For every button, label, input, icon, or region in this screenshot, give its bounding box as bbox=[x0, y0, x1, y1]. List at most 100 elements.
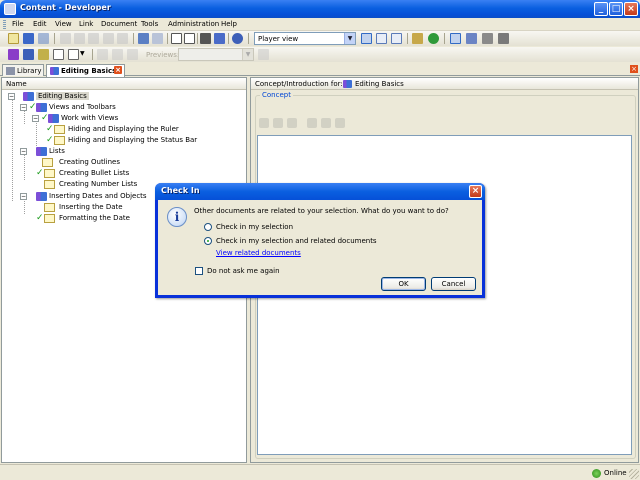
tree-node-label: Views and Toolbars bbox=[49, 103, 116, 111]
redo-icon[interactable] bbox=[152, 33, 163, 44]
status-text: Online bbox=[604, 469, 627, 477]
new-question-icon[interactable] bbox=[53, 49, 64, 60]
check-in-dialog: Check In × i Other documents are related… bbox=[155, 183, 485, 298]
layout-horizontal-icon[interactable] bbox=[376, 33, 387, 44]
topic-icon bbox=[44, 180, 55, 189]
delete-icon[interactable] bbox=[103, 33, 114, 44]
chevron-down-icon[interactable]: ▼ bbox=[344, 33, 355, 44]
concept-header: Concept/Introduction for: Editing Basics bbox=[251, 78, 638, 90]
publish-icon[interactable] bbox=[412, 33, 423, 44]
undo-icon[interactable] bbox=[138, 33, 149, 44]
section-icon bbox=[36, 103, 47, 112]
tree-node-label: Inserting Dates and Objects bbox=[49, 192, 147, 200]
menu-tools[interactable]: Tools bbox=[141, 20, 158, 28]
tab-library-label: Library bbox=[17, 67, 42, 75]
dialog-close-button[interactable]: × bbox=[469, 185, 482, 198]
do-not-ask-checkbox[interactable] bbox=[195, 267, 203, 275]
collapse-icon[interactable] bbox=[184, 33, 195, 44]
menu-help[interactable]: Help bbox=[221, 20, 237, 28]
check-in-icon[interactable] bbox=[466, 33, 477, 44]
radio-check-in-related-label[interactable]: Check in my selection and related docume… bbox=[216, 237, 377, 245]
maximize-button[interactable]: □ bbox=[609, 2, 623, 16]
expand-icon[interactable] bbox=[171, 33, 182, 44]
section-icon bbox=[48, 114, 59, 123]
topic-icon bbox=[44, 169, 55, 178]
tab-library[interactable]: Library bbox=[2, 64, 44, 76]
menubar-grip[interactable] bbox=[3, 20, 6, 29]
collapse-icon[interactable]: − bbox=[20, 148, 27, 155]
new-icon[interactable] bbox=[8, 33, 19, 44]
copy-icon[interactable] bbox=[287, 118, 297, 128]
close-button[interactable]: × bbox=[624, 2, 638, 16]
save-icon[interactable] bbox=[23, 33, 34, 44]
topic-icon bbox=[42, 158, 53, 167]
resize-grip[interactable] bbox=[629, 469, 639, 479]
chevron-down-icon[interactable]: ▼ bbox=[242, 49, 253, 60]
assign-icon[interactable] bbox=[482, 33, 493, 44]
close-tab-icon[interactable]: × bbox=[114, 66, 122, 74]
check-out-icon[interactable] bbox=[450, 33, 461, 44]
do-not-ask-label[interactable]: Do not ask me again bbox=[207, 267, 280, 275]
layout-vertical-icon[interactable] bbox=[391, 33, 402, 44]
preview-icon[interactable] bbox=[258, 49, 269, 60]
concept-header-label: Concept/Introduction for: bbox=[255, 80, 343, 88]
new-topic-icon[interactable] bbox=[38, 49, 49, 60]
preview-icon[interactable] bbox=[335, 118, 345, 128]
spelling-icon[interactable] bbox=[214, 33, 225, 44]
cut-icon[interactable] bbox=[60, 33, 71, 44]
properties-icon[interactable] bbox=[117, 33, 128, 44]
collapse-icon[interactable]: − bbox=[32, 115, 39, 122]
menu-link[interactable]: Link bbox=[79, 20, 93, 28]
menu-file[interactable]: File bbox=[12, 20, 24, 28]
help-icon[interactable] bbox=[232, 33, 243, 44]
radio-check-in-selection[interactable] bbox=[204, 223, 212, 231]
edit-icon[interactable] bbox=[307, 118, 317, 128]
radio-check-in-related[interactable] bbox=[204, 237, 212, 245]
dialog-title: Check In bbox=[161, 186, 200, 195]
chevron-down-icon[interactable]: ▼ bbox=[80, 50, 85, 57]
view-related-documents-link[interactable]: View related documents bbox=[216, 249, 301, 257]
record-icon[interactable] bbox=[273, 118, 283, 128]
view-combo[interactable]: Player view ▼ bbox=[254, 32, 356, 45]
tree-node-label: Hiding and Displaying the Ruler bbox=[68, 125, 179, 133]
name-column-header[interactable]: Name bbox=[2, 78, 246, 90]
refresh-icon[interactable] bbox=[428, 33, 439, 44]
collapse-icon[interactable]: − bbox=[20, 104, 27, 111]
previews-label: Previews: bbox=[146, 51, 180, 59]
ok-button[interactable]: OK bbox=[381, 277, 426, 291]
book-icon bbox=[23, 92, 34, 101]
radio-check-in-selection-label[interactable]: Check in my selection bbox=[216, 223, 293, 231]
topic-icon bbox=[44, 203, 55, 212]
tab-editing-basics[interactable]: Editing Basics × bbox=[46, 64, 125, 77]
settings-icon[interactable] bbox=[321, 118, 331, 128]
tree-node-label: Creating Outlines bbox=[59, 158, 120, 166]
menu-edit[interactable]: Edit bbox=[33, 20, 47, 28]
menu-bar: File Edit View Link Document Tools Admin… bbox=[0, 18, 640, 31]
cancel-button[interactable]: Cancel bbox=[431, 277, 476, 291]
minimize-button[interactable]: _ bbox=[594, 2, 608, 16]
collapse-icon[interactable]: − bbox=[20, 193, 27, 200]
tree-node-label: Creating Number Lists bbox=[59, 180, 138, 188]
previews-combo[interactable]: ▼ bbox=[178, 48, 254, 61]
save-all-icon[interactable] bbox=[38, 33, 49, 44]
status-bar: Online bbox=[0, 464, 640, 480]
view-combo-value: Player view bbox=[258, 35, 299, 43]
link-icon[interactable] bbox=[498, 33, 509, 44]
topic-icon bbox=[44, 214, 55, 223]
link-icon[interactable] bbox=[259, 118, 269, 128]
menu-view[interactable]: View bbox=[55, 20, 72, 28]
paste-icon[interactable] bbox=[88, 33, 99, 44]
find-icon[interactable] bbox=[200, 33, 211, 44]
indent-icon[interactable] bbox=[97, 49, 108, 60]
copy-icon[interactable] bbox=[74, 33, 85, 44]
move-up-icon[interactable] bbox=[127, 49, 138, 60]
new-document-icon[interactable] bbox=[68, 49, 79, 60]
close-pane-icon[interactable]: × bbox=[630, 65, 638, 73]
menu-administration[interactable]: Administration bbox=[168, 20, 219, 28]
layout-single-icon[interactable] bbox=[361, 33, 372, 44]
outdent-icon[interactable] bbox=[112, 49, 123, 60]
new-section-icon[interactable] bbox=[23, 49, 34, 60]
menu-document[interactable]: Document bbox=[101, 20, 137, 28]
new-book-icon[interactable] bbox=[8, 49, 19, 60]
collapse-icon[interactable]: − bbox=[8, 93, 15, 100]
